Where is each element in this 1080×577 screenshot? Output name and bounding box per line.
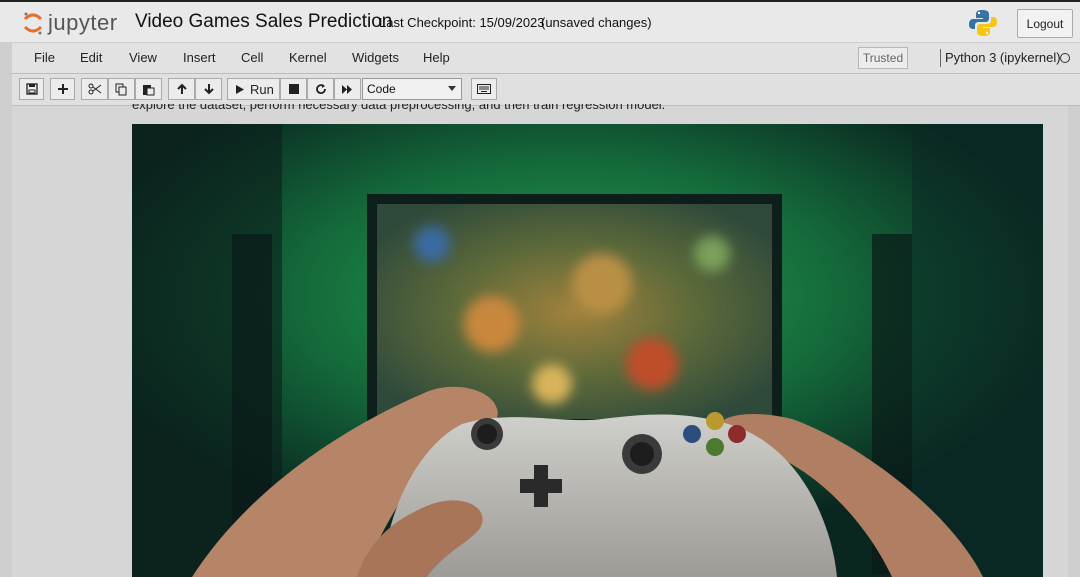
gaming-photo <box>132 124 1043 577</box>
menu-widgets[interactable]: Widgets <box>352 50 399 65</box>
run-button[interactable]: Run <box>227 78 280 100</box>
logout-button[interactable]: Logout <box>1017 9 1073 38</box>
chevron-down-icon <box>448 86 456 91</box>
fast-forward-icon <box>342 84 352 94</box>
cell-type-value: Code <box>367 82 396 96</box>
save-icon <box>25 83 38 95</box>
python-logo-icon <box>969 10 997 36</box>
toolbar: Run Code <box>12 74 1080 106</box>
header-bar: jupyter Video Games Sales Prediction Las… <box>0 0 1080 42</box>
play-icon <box>236 84 244 94</box>
paste-button[interactable] <box>135 78 162 100</box>
arrow-down-icon <box>203 84 214 95</box>
menu-bar: File Edit View Insert Cell Kernel Widget… <box>12 43 1080 74</box>
jupyter-logo-icon <box>23 12 43 35</box>
insert-cell-button[interactable] <box>50 78 75 100</box>
stop-icon <box>288 84 299 94</box>
menu-edit[interactable]: Edit <box>80 50 102 65</box>
plus-icon <box>57 84 68 94</box>
restart-button[interactable] <box>307 78 334 100</box>
move-up-button[interactable] <box>168 78 195 100</box>
unsaved-status: (unsaved changes) <box>541 15 652 30</box>
menu-insert[interactable]: Insert <box>183 50 216 65</box>
restart-run-all-button[interactable] <box>334 78 361 100</box>
kernel-name[interactable]: Python 3 (ipykernel) <box>945 50 1061 65</box>
arrow-up-icon <box>176 83 187 94</box>
restart-icon <box>315 84 326 95</box>
kernel-divider <box>940 49 941 67</box>
notebook-title[interactable]: Video Games Sales Prediction <box>135 11 392 33</box>
copy-icon <box>115 83 127 95</box>
copy-button[interactable] <box>108 78 135 100</box>
paste-icon <box>143 84 155 95</box>
cut-icon <box>88 83 101 95</box>
jupyter-logo[interactable]: jupyter <box>22 8 118 38</box>
command-palette-button[interactable] <box>471 78 497 100</box>
menu-kernel[interactable]: Kernel <box>289 50 327 65</box>
interrupt-button[interactable] <box>280 78 307 100</box>
menu-view[interactable]: View <box>129 50 157 65</box>
gaming-controller-image <box>132 124 1043 577</box>
menu-help[interactable]: Help <box>423 50 450 65</box>
run-label: Run <box>250 81 274 97</box>
kernel-status-icon <box>1060 53 1070 63</box>
last-checkpoint: Last Checkpoint: 15/09/2023 <box>379 15 545 30</box>
save-button[interactable] <box>19 78 44 100</box>
move-down-button[interactable] <box>195 78 222 100</box>
cut-button[interactable] <box>81 78 108 100</box>
trusted-badge[interactable]: Trusted <box>858 47 908 69</box>
cell-type-select[interactable]: Code <box>362 78 462 100</box>
menu-file[interactable]: File <box>34 50 55 65</box>
jupyter-logo-text: jupyter <box>48 10 118 35</box>
keyboard-icon <box>477 84 491 94</box>
menu-cell[interactable]: Cell <box>241 50 263 65</box>
